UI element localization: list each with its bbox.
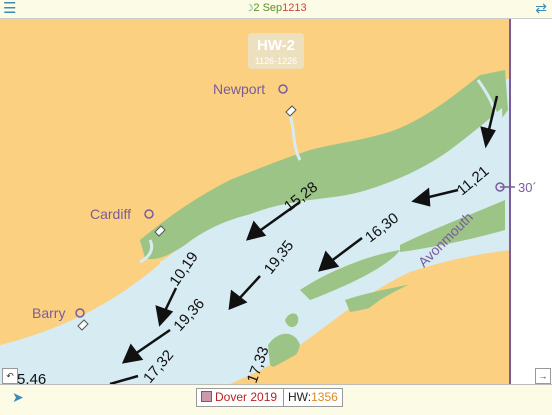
location-arrow-icon[interactable]: ➤ [12,389,24,406]
date-time[interactable]: ☽2 Sep1213 [0,2,552,14]
barry-label: Barry [32,305,65,321]
hw-label-range: 1126-1226 [255,56,297,66]
current-time: 1213 [282,2,307,14]
tide-port-name: Dover 2019 [215,390,278,404]
latitude-mark: 30´ [518,180,537,195]
hw-prefix: HW: [288,390,312,404]
current-date: 2 Sep [253,2,283,14]
newport-label: Newport [213,81,265,97]
swap-arrows-icon[interactable]: ⇄ [535,0,547,17]
stream-label: 5,46 [17,371,46,384]
hw-time-value: 1356 [311,390,338,404]
top-bar: ☰ ☽2 Sep1213 ⇄ [0,0,552,19]
river [288,114,302,161]
tidal-stream-map[interactable]: HW-2 1126-1226 Newport Cardiff Barry Avo… [0,19,552,384]
cardiff-marker[interactable] [144,209,154,219]
forward-button[interactable]: → [535,368,551,384]
barry-marker[interactable] [75,308,85,318]
bottom-bar: ➤ Dover 2019 HW:1356 [0,384,552,415]
tide-gauge-icon [201,391,212,402]
chart-margin [511,19,552,384]
undo-button[interactable]: ↶ [2,368,18,384]
tide-port-selector[interactable]: Dover 2019 [196,388,285,407]
pier-icon [285,105,297,117]
newport-marker[interactable] [278,84,288,94]
high-water-time[interactable]: HW:1356 [283,388,343,407]
cardiff-label: Cardiff [90,206,131,222]
hw-label-title: HW-2 [257,37,295,54]
